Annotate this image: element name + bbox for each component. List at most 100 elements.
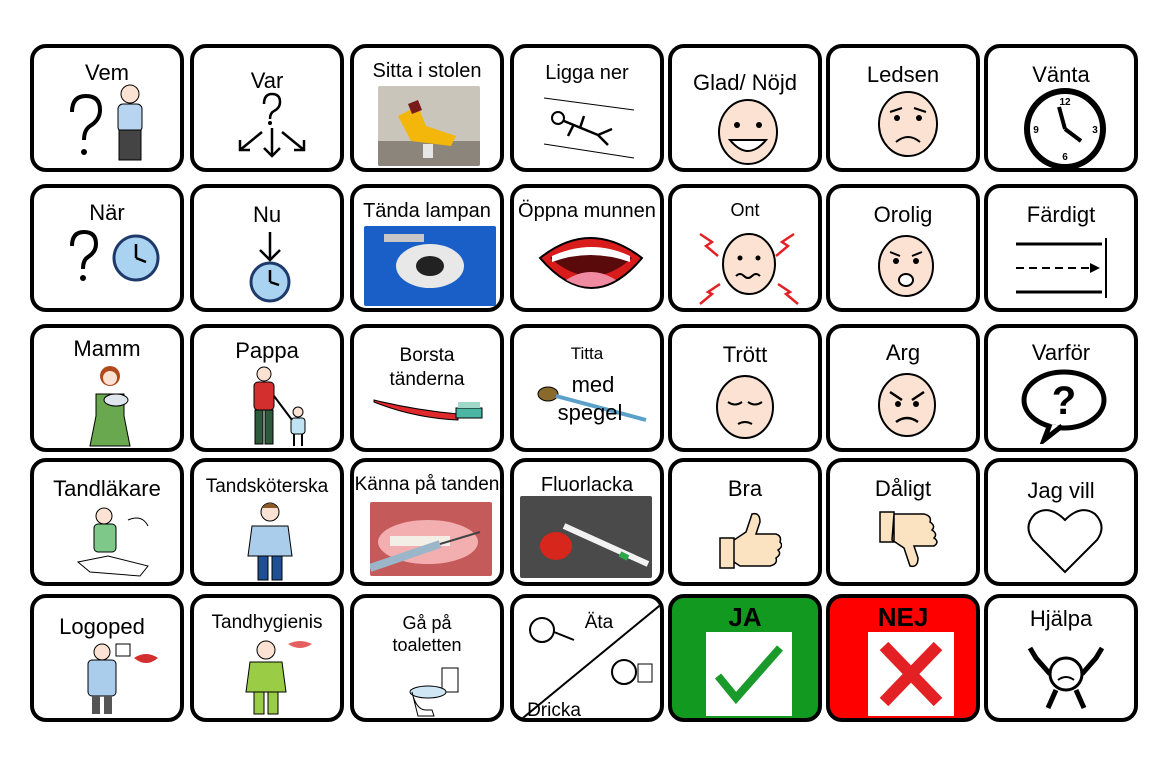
- card-label: Var: [250, 68, 284, 93]
- card-label: Jag vill: [1027, 478, 1095, 503]
- card-ga-pa-toaletten[interactable]: Gå på toaletten: [350, 594, 504, 722]
- question-bubble-icon: ?: [1021, 369, 1107, 444]
- dental-lamp-photo: [364, 226, 496, 306]
- card-label: Vem: [84, 60, 130, 85]
- probe-tooth-photo: [370, 502, 492, 576]
- card-label: Ligga ner: [545, 62, 629, 84]
- card-oppna-munnen[interactable]: Öppna munnen: [510, 184, 664, 312]
- clock-icon: 12 3 6 9: [1024, 88, 1106, 168]
- card-label: Vänta: [1032, 62, 1090, 87]
- checkmark-icon: [706, 632, 792, 716]
- card-ledsen[interactable]: Ledsen: [826, 44, 980, 172]
- card-ja[interactable]: JA: [668, 594, 822, 722]
- cross-icon: [868, 632, 954, 716]
- card-mamm[interactable]: Mamm: [30, 324, 184, 452]
- card-tandlakare[interactable]: Tandläkare: [30, 458, 184, 586]
- card-label: Dåligt: [874, 476, 932, 501]
- svg-text:6: 6: [1062, 152, 1068, 163]
- card-label: Gå på toaletten: [392, 613, 462, 655]
- father-child-icon: [253, 366, 306, 446]
- communication-board: Vem Var Sitta i stolen Ligga ner Glad/ N…: [30, 44, 1146, 728]
- card-nu[interactable]: Nu: [190, 184, 344, 312]
- toothbrush-icon: [373, 399, 483, 421]
- happy-face-icon: [718, 99, 778, 165]
- card-nar[interactable]: När: [30, 184, 184, 312]
- card-label: Öppna munnen: [518, 200, 656, 222]
- card-label: Bra: [727, 476, 763, 501]
- card-label: Arg: [885, 340, 921, 365]
- finish-line-icon: [1016, 238, 1107, 298]
- card-label: Ledsen: [866, 62, 940, 87]
- card-kanna-pa-tanden[interactable]: Känna på tanden: [350, 458, 504, 586]
- svg-text:12: 12: [1059, 97, 1071, 108]
- card-label: Logoped: [59, 614, 145, 639]
- card-fluorlacka[interactable]: Fluorlacka: [510, 458, 664, 586]
- card-jag-vill[interactable]: Jag vill: [984, 458, 1138, 586]
- card-label: Orolig: [873, 202, 933, 227]
- card-label: Tända lampan: [363, 200, 491, 222]
- card-titta-med-spegel[interactable]: Titta med spegel: [510, 324, 664, 452]
- card-label: När: [89, 200, 125, 225]
- heart-icon: [1027, 509, 1103, 574]
- card-label: Glad/ Nöjd: [693, 70, 797, 95]
- card-label: Tandsköterska: [205, 476, 329, 497]
- card-ligga-ner[interactable]: Ligga ner: [510, 44, 664, 172]
- arrow-clock-icon: [249, 232, 291, 303]
- pain-face-icon: [699, 232, 799, 305]
- card-label: Mamm: [73, 336, 141, 361]
- lying-person-icon: [543, 97, 635, 159]
- card-nej[interactable]: NEJ: [826, 594, 980, 722]
- svg-text:9: 9: [1033, 125, 1039, 136]
- help-icon: [1027, 646, 1105, 710]
- tired-face-icon: [716, 375, 774, 439]
- card-daligt[interactable]: Dåligt: [826, 458, 980, 586]
- card-ata-dricka[interactable]: Äta Dricka: [510, 594, 664, 722]
- svg-text:?: ?: [1052, 379, 1076, 423]
- card-tandskoterska[interactable]: Tandsköterska: [190, 458, 344, 586]
- card-tandhygienis[interactable]: Tandhygienis: [190, 594, 344, 722]
- card-label: Tandhygienis: [211, 612, 323, 633]
- open-mouth-icon: [538, 237, 644, 289]
- card-logoped[interactable]: Logoped: [30, 594, 184, 722]
- fluoride-photo: [520, 496, 652, 578]
- thumbs-down-icon: [879, 511, 938, 568]
- card-ont[interactable]: Ont: [668, 184, 822, 312]
- card-label: med: [571, 372, 615, 397]
- toilet-icon: [409, 667, 459, 717]
- card-label: Trött: [722, 342, 768, 367]
- dental-chair-photo: [378, 86, 480, 166]
- card-vem[interactable]: Vem: [30, 44, 184, 172]
- card-label: Tandläkare: [53, 476, 161, 501]
- card-label: Fluorlacka: [540, 474, 634, 496]
- dentist-icon: [76, 507, 149, 577]
- card-borsta-tanderna[interactable]: Borsta tänderna: [350, 324, 504, 452]
- card-hjalpa[interactable]: Hjälpa: [984, 594, 1138, 722]
- card-bra[interactable]: Bra: [668, 458, 822, 586]
- card-label: JA: [728, 602, 762, 632]
- question-clock-icon: [70, 229, 160, 282]
- card-var[interactable]: Var: [190, 44, 344, 172]
- card-trott[interactable]: Trött: [668, 324, 822, 452]
- card-label: Känna på tanden: [354, 474, 500, 495]
- card-varfor[interactable]: Varför ?: [984, 324, 1138, 452]
- dental-nurse-icon: [247, 502, 293, 581]
- card-fardigt[interactable]: Färdigt: [984, 184, 1138, 312]
- card-vanta[interactable]: Vänta 12 3 6 9: [984, 44, 1138, 172]
- hygienist-icon: [245, 640, 312, 715]
- card-arg[interactable]: Arg: [826, 324, 980, 452]
- card-glad-nojd[interactable]: Glad/ Nöjd: [668, 44, 822, 172]
- card-orolig[interactable]: Orolig: [826, 184, 980, 312]
- mother-baby-icon: [89, 366, 131, 447]
- speech-therapist-icon: [87, 643, 158, 714]
- sad-face-icon: [878, 91, 938, 157]
- worried-face-icon: [878, 235, 934, 297]
- question-arrows-icon: [238, 92, 306, 158]
- card-sitta-i-stolen[interactable]: Sitta i stolen: [350, 44, 504, 172]
- card-label-2: Dricka: [527, 700, 581, 721]
- card-label: Pappa: [235, 338, 299, 363]
- question-person-icon: [70, 84, 143, 161]
- card-label: Äta: [584, 612, 614, 633]
- card-tanda-lampan[interactable]: Tända lampan: [350, 184, 504, 312]
- card-pappa[interactable]: Pappa: [190, 324, 344, 452]
- card-label: Sitta i stolen: [372, 60, 482, 82]
